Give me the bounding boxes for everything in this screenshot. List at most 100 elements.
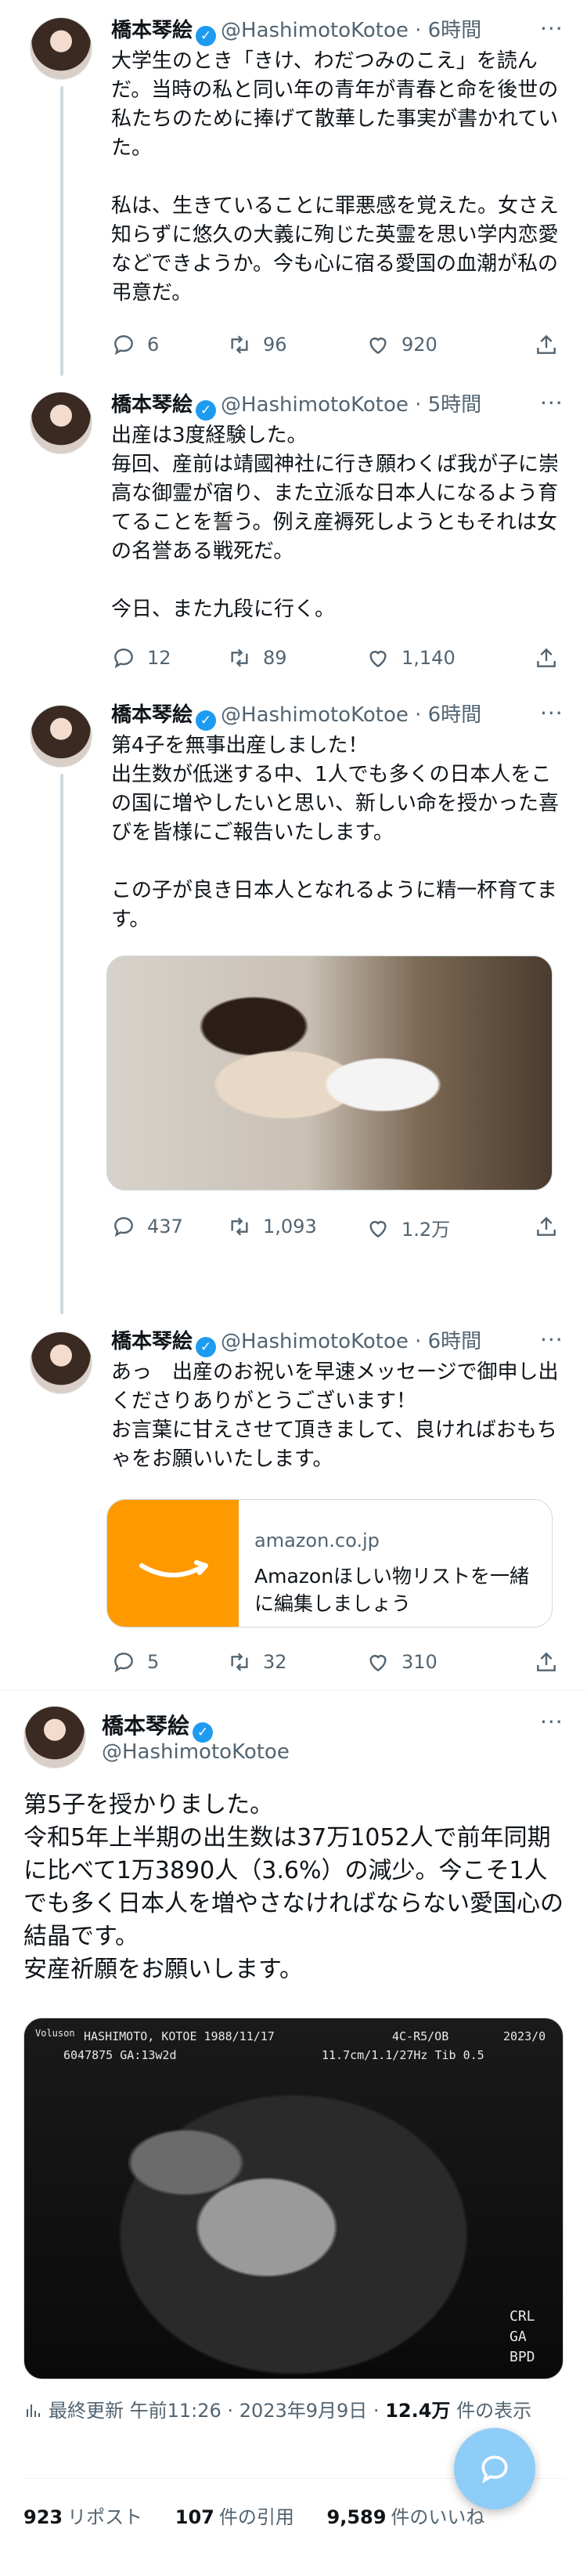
tweet-header: 橋本琴絵 ✓ @HashimotoKotoe · 6時間 xyxy=(111,1328,481,1357)
ultrasound-probe: 4C-R5/OB xyxy=(392,2029,449,2043)
avatar[interactable] xyxy=(30,1331,92,1394)
quotes-stat[interactable]: 107 件の引用 xyxy=(175,2506,294,2528)
tweet-actions: 12 89 1,140 xyxy=(111,645,561,677)
share-icon[interactable] xyxy=(534,1214,559,1239)
tweet-text: 大学生のとき「きけ、わだつみのこえ」を読んだ。当時の私と同い年の青年が青春と命を… xyxy=(111,49,560,305)
author-name[interactable]: 橋本琴絵 ✓ xyxy=(102,1709,218,1743)
avatar[interactable] xyxy=(30,705,92,768)
author-handle[interactable]: @HashimotoKotoe xyxy=(102,1740,290,1764)
ultrasound-label-ga: GA xyxy=(510,2329,527,2345)
author-name[interactable]: 橋本琴絵 xyxy=(111,703,193,727)
author-handle[interactable]: @HashimotoKotoe · 6時間 xyxy=(221,19,481,42)
engagement-stats: 923 リポスト 107 件の引用 9,589 件のいいね xyxy=(23,2502,511,2529)
tweet-actions: 437 1,093 1.2万 xyxy=(111,1214,561,1245)
likes-stat-label: 件のいいね xyxy=(391,2506,485,2528)
tweet-text: 第4子を無事出産しました！ 出生数が低迷する中、1人でも多くの日本人をこの国に増… xyxy=(111,734,560,931)
meta-prefix: 最終更新 xyxy=(49,2400,124,2422)
retweets-stat-number: 923 xyxy=(23,2506,63,2528)
verified-badge-icon: ✓ xyxy=(196,400,217,421)
tweet-photo[interactable] xyxy=(106,956,553,1190)
likes-stat-number: 9,589 xyxy=(326,2506,387,2528)
ultrasound-patient: HASHIMOTO, KOTOE 1988/11/17 xyxy=(84,2029,275,2043)
views-icon xyxy=(27,2404,40,2417)
compose-icon xyxy=(481,2455,508,2484)
quotes-stat-label: 件の引用 xyxy=(218,2506,294,2528)
heart-icon xyxy=(369,338,387,355)
tweet-2[interactable]: 橋本琴絵 ✓ @HashimotoKotoe · 5時間 ··· 出産は3度経験した… xyxy=(0,384,587,689)
ultrasound-label-bpd: BPD xyxy=(510,2349,535,2365)
retweet-button[interactable]: 1,093 xyxy=(227,1214,317,1239)
thread-line xyxy=(60,86,63,376)
heart-icon xyxy=(369,1655,387,1672)
reply-count: 437 xyxy=(147,1216,183,1237)
author-handle[interactable]: @HashimotoKotoe · 6時間 xyxy=(221,703,481,727)
reply-count: 6 xyxy=(147,334,160,356)
retweet-button[interactable]: 32 xyxy=(227,1649,287,1675)
reply-icon xyxy=(114,1217,133,1237)
avatar[interactable] xyxy=(23,1706,86,1769)
author-name[interactable]: 橋本琴絵 xyxy=(111,1330,193,1353)
view-label: 件の表示 xyxy=(456,2400,532,2422)
reply-button[interactable]: 6 xyxy=(111,332,159,357)
share-icon[interactable] xyxy=(534,645,559,670)
retweets-stat[interactable]: 923 リポスト xyxy=(23,2506,142,2528)
reply-count: 5 xyxy=(147,1651,160,1673)
like-button[interactable]: 920 xyxy=(366,332,438,357)
meta-time[interactable]: 午前11:26 · 2023年9月9日 · xyxy=(130,2400,380,2422)
tweet-header: 橋本琴絵 ✓ @HashimotoKotoe · 6時間 xyxy=(111,702,481,731)
verified-badge-icon: ✓ xyxy=(196,710,217,731)
author-handle[interactable]: @HashimotoKotoe · 5時間 xyxy=(221,393,481,417)
ultrasound-photo[interactable]: Voluson HASHIMOTO, KOTOE 1988/11/17 4C-R… xyxy=(23,2018,564,2379)
reply-button[interactable]: 5 xyxy=(111,1649,159,1675)
link-card[interactable]: amazon.co.jp Amazonほしい物リストを一緒に編集しましょう xyxy=(106,1499,553,1628)
tweet-1[interactable]: 橋本琴絵 ✓ @HashimotoKotoe · 6時間 ··· 大学生のとき「きけ… xyxy=(0,0,587,376)
verified-badge-icon: ✓ xyxy=(196,1337,217,1357)
more-icon[interactable]: ··· xyxy=(540,1327,564,1353)
tweet-actions: 5 32 310 xyxy=(111,1649,561,1681)
more-icon[interactable]: ··· xyxy=(540,1709,564,1735)
reply-icon xyxy=(114,335,133,356)
retweet-button[interactable]: 89 xyxy=(227,645,287,670)
like-count: 1.2万 xyxy=(402,1219,451,1241)
author-handle[interactable]: @HashimotoKotoe · 6時間 xyxy=(221,1330,481,1353)
amazon-logo-thumbnail xyxy=(107,1500,239,1627)
author-name[interactable]: 橋本琴絵 xyxy=(111,393,193,417)
avatar[interactable] xyxy=(30,392,92,454)
author-name[interactable]: 橋本琴絵 xyxy=(111,19,193,42)
share-icon[interactable] xyxy=(534,332,559,357)
more-icon[interactable]: ··· xyxy=(540,390,564,416)
focused-tweet: 橋本琴絵 ✓ @HashimotoKotoe ··· 第5子を授かりました。 令和… xyxy=(0,1692,587,2576)
heart-icon xyxy=(369,1220,387,1237)
retweets-stat-label: リポスト xyxy=(67,2506,143,2528)
tweet-text: 出産は3度経験した。 毎回、産前は靖國神社に行き願わくば我が子に崇高な御霊が宿り… xyxy=(111,424,560,621)
thread-line xyxy=(60,774,63,1314)
retweet-button[interactable]: 96 xyxy=(227,332,287,357)
card-title: Amazonほしい物リストを一緒に編集しましょう xyxy=(254,1565,530,1615)
retweet-icon xyxy=(231,1653,248,1671)
more-icon[interactable]: ··· xyxy=(540,700,564,726)
tweet-text: 第5子を授かりました。 令和5年上半期の出生数は37万1052人で前年同期に比べ… xyxy=(23,1791,564,1983)
like-button[interactable]: 1,140 xyxy=(366,645,456,670)
like-button[interactable]: 310 xyxy=(366,1649,438,1675)
ultrasound-params: 11.7cm/1.1/27Hz Tib 0.5 xyxy=(322,2048,484,2062)
likes-stat[interactable]: 9,589 件のいいね xyxy=(327,2506,485,2528)
like-button[interactable]: 1.2万 xyxy=(366,1214,450,1241)
tweet-3[interactable]: 橋本琴絵 ✓ @HashimotoKotoe · 6時間 ··· 第4子を無事出産し… xyxy=(0,697,587,1314)
more-icon[interactable]: ··· xyxy=(540,16,564,42)
view-count: 12.4万 xyxy=(385,2400,451,2422)
reply-button[interactable]: 437 xyxy=(111,1214,183,1239)
amazon-smile-icon xyxy=(139,1560,208,1577)
like-count: 1,140 xyxy=(402,647,456,669)
avatar[interactable] xyxy=(30,17,92,80)
ultrasound-brand: Voluson xyxy=(35,2028,75,2039)
tweet-4[interactable]: 橋本琴絵 ✓ @HashimotoKotoe · 6時間 ··· あっ 出産のお祝い… xyxy=(0,1324,587,1692)
author-name-text: 橋本琴絵 xyxy=(102,1713,190,1739)
divider xyxy=(0,1690,587,1691)
retweet-count: 32 xyxy=(263,1651,287,1673)
reply-button[interactable]: 12 xyxy=(111,645,171,670)
compose-button[interactable] xyxy=(454,2428,535,2509)
ultrasound-id: 6047875 GA:13w2d xyxy=(63,2048,177,2062)
reply-icon xyxy=(114,649,133,669)
verified-badge-icon: ✓ xyxy=(196,26,217,46)
share-icon[interactable] xyxy=(534,1649,559,1675)
